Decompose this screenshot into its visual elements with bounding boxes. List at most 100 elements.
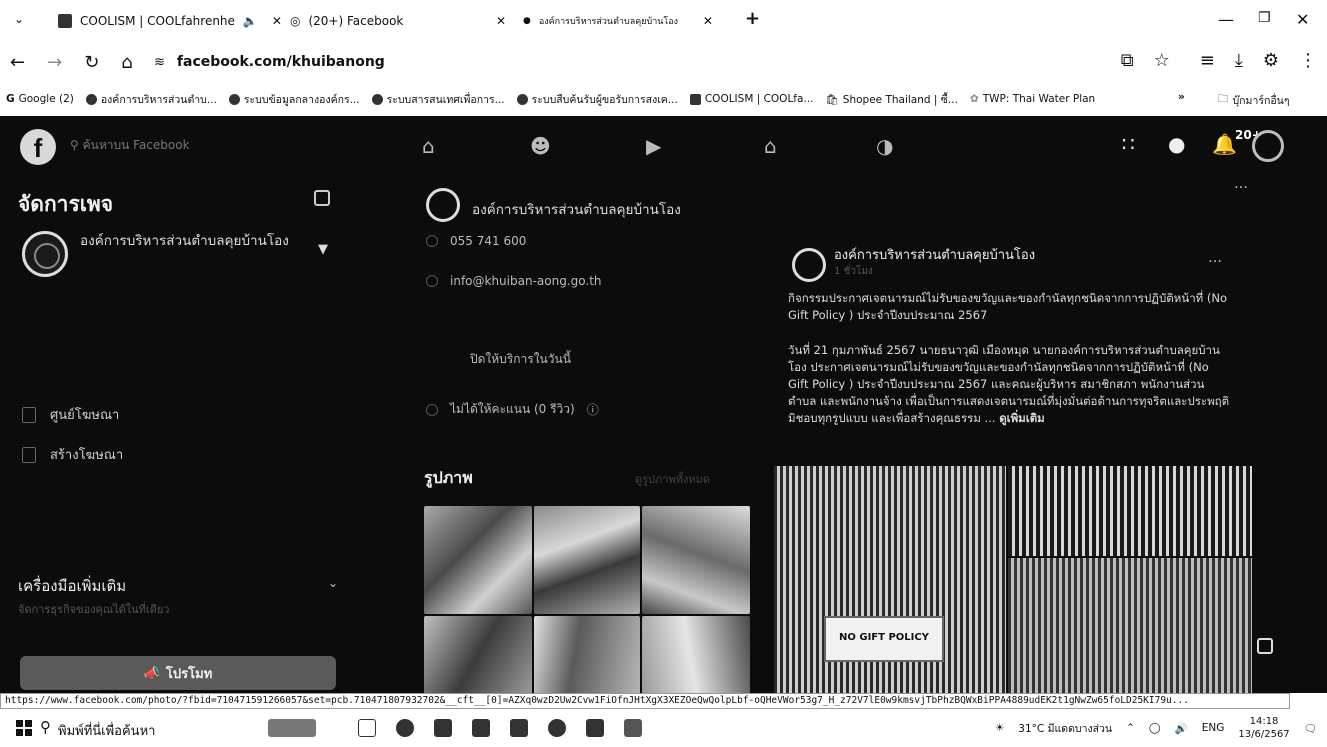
taskbar-search-input[interactable]: พิมพ์ที่นี่เพื่อค้นหา <box>58 720 155 741</box>
gaming-nav-icon[interactable]: ◑ <box>876 134 893 158</box>
mail-icon[interactable] <box>510 719 528 737</box>
post-timestamp[interactable]: 1 ชั่วโมง <box>834 264 873 279</box>
download-icon[interactable]: ⤓ <box>1235 50 1243 71</box>
task-view-icon[interactable] <box>358 719 376 737</box>
page-avatar[interactable] <box>22 231 68 277</box>
photo-thumbnail[interactable] <box>534 506 640 614</box>
photo-thumbnail[interactable] <box>424 616 532 693</box>
bookmark-info-system[interactable]: ระบบสารสนเทศเพื่อการ... <box>371 91 505 108</box>
bookmark-label: องค์การบริหารส่วนตำบ... <box>100 93 217 106</box>
photo-thumbnail[interactable] <box>534 616 640 693</box>
weather-label[interactable]: 31°C มีแดดบางส่วน <box>1018 720 1112 737</box>
url-field[interactable]: facebook.com/khuibanong <box>177 54 385 70</box>
photo-thumbnail[interactable] <box>642 616 750 693</box>
file-explorer-icon[interactable] <box>434 719 452 737</box>
cast-icon[interactable]: ⧉ <box>1121 50 1134 71</box>
manage-page-sidebar: จัดการเพจ องค์การบริหารส่วนตำบลคุยบ้านโอ… <box>0 176 358 693</box>
edit-post-icon[interactable] <box>1257 638 1273 654</box>
tab-list-chevron-icon[interactable]: ⌄ <box>14 12 24 26</box>
tab-coolism[interactable]: COOLISM | COOLfahrenhe 🔈 ✕ <box>50 5 290 37</box>
marketplace-nav-icon[interactable]: ⌂ <box>764 134 777 158</box>
facebook-logo-icon[interactable]: f <box>20 129 56 165</box>
post-more-icon[interactable]: … <box>1208 250 1222 266</box>
close-window-button[interactable]: ✕ <box>1296 10 1309 29</box>
collapse-sidebar-icon[interactable] <box>314 190 330 206</box>
browser-menu-icon[interactable]: ⋮ <box>1299 50 1317 71</box>
back-icon[interactable]: ← <box>10 52 25 73</box>
sidebar-item-create-ad[interactable]: สร้างโฆษณา <box>22 444 123 465</box>
close-tab-icon[interactable]: ✕ <box>496 14 506 28</box>
info-icon[interactable]: ⓘ <box>587 401 599 418</box>
bookmark-google[interactable]: G Google (2) <box>6 93 74 105</box>
post-author-name[interactable]: องค์การบริหารส่วนตำบลคุยบ้านโอง <box>834 244 1035 265</box>
photo-thumbnail[interactable] <box>642 506 750 614</box>
reload-icon[interactable]: ↻ <box>84 52 99 73</box>
chevron-down-icon[interactable]: ⌄ <box>328 576 338 590</box>
sidebar-item-ad-center[interactable]: ศูนย์โฆษณา <box>22 404 119 425</box>
promote-button[interactable]: 📣 โปรโมท <box>20 656 336 690</box>
store-icon[interactable] <box>472 719 490 737</box>
notifications-icon[interactable]: 🗨 <box>1304 722 1317 735</box>
home-nav-icon[interactable]: ⌂ <box>422 134 435 158</box>
network-icon[interactable]: ◯ <box>1149 722 1161 734</box>
friends-nav-icon[interactable]: ☻ <box>530 134 551 158</box>
video-nav-icon[interactable]: ▶ <box>646 134 661 158</box>
restore-button[interactable]: ❐ <box>1258 10 1271 26</box>
messenger-icon[interactable]: ● <box>1168 132 1185 156</box>
new-tab-button[interactable]: + <box>745 8 760 29</box>
line-icon[interactable] <box>586 719 604 737</box>
tab-obt[interactable]: ● องค์การบริหารส่วนตำบลคุยบ้านโอง ✕ <box>515 5 735 37</box>
bookmark-search-system[interactable]: ระบบสืบค้นรับผู้ขอรับการสงเค... <box>516 91 678 108</box>
bookmark-star-icon[interactable]: ☆ <box>1154 50 1170 71</box>
chrome-icon[interactable] <box>548 719 566 737</box>
taskbar-search-icon[interactable]: ⚲ <box>40 718 51 736</box>
reading-list-icon[interactable]: ≡ <box>1200 50 1215 71</box>
email-address[interactable]: info@khuiban-aong.go.th <box>450 274 602 288</box>
facebook-search-input[interactable]: ⚲ ค้นหาบน Facebook <box>70 136 270 156</box>
menu-grid-icon[interactable]: ∷ <box>1122 132 1135 156</box>
profile-avatar[interactable] <box>1252 130 1284 162</box>
notification-bell-icon[interactable]: 🔔 <box>1212 132 1237 156</box>
post-image-tertiary[interactable] <box>1008 558 1252 693</box>
bookmark-obt[interactable]: องค์การบริหารส่วนตำบ... <box>85 91 217 108</box>
other-bookmarks[interactable]: 🗀 บุ๊กมาร์กอื่นๆ <box>1218 91 1289 109</box>
edge-browser-icon[interactable] <box>396 719 414 737</box>
page-avatar[interactable] <box>426 188 460 222</box>
clock[interactable]: 14:18 13/6/2567 <box>1238 715 1289 741</box>
word-icon[interactable] <box>624 719 642 737</box>
home-icon[interactable]: ⌂ <box>121 52 132 73</box>
close-tab-icon[interactable]: ✕ <box>272 14 282 28</box>
forward-icon[interactable]: → <box>47 52 62 73</box>
megaphone-icon: 📣 <box>143 665 160 681</box>
cortana-icon[interactable] <box>268 719 316 737</box>
post-image-secondary[interactable] <box>1008 466 1252 556</box>
chevron-down-icon[interactable]: ▼ <box>318 242 328 257</box>
tab-facebook[interactable]: ◎ (20+) Facebook ✕ <box>282 5 512 37</box>
see-more-link[interactable]: ดูเพิ่มเติม <box>999 411 1045 425</box>
post-image-main[interactable]: NO GIFT POLICY <box>774 466 1006 693</box>
minimize-button[interactable]: — <box>1218 10 1234 29</box>
page-name[interactable]: องค์การบริหารส่วนตำบลคุยบ้านโอง <box>80 232 290 251</box>
intro-page-name[interactable]: องค์การบริหารส่วนตำบลคุยบ้านโอง <box>472 198 681 220</box>
more-bookmarks-icon[interactable]: » <box>1178 91 1185 103</box>
more-options-icon[interactable]: … <box>1234 176 1248 192</box>
extensions-icon[interactable]: ⚙ <box>1263 50 1279 71</box>
photos-title: รูปภาพ <box>424 468 473 487</box>
bookmark-central-data[interactable]: ระบบข้อมูลกลางองค์กร... <box>228 91 360 108</box>
clock-icon <box>426 353 438 366</box>
bookmark-coolism[interactable]: COOLISM | COOLfa... <box>689 93 813 105</box>
bookmark-shopee[interactable]: 🛍 Shopee Thailand | ซื้... <box>825 91 957 108</box>
site-settings-icon[interactable]: ≋ <box>154 55 165 70</box>
bookmark-favicon-icon <box>228 93 240 105</box>
more-tools-title[interactable]: เครื่องมือเพิ่มเติม <box>18 574 126 598</box>
close-tab-icon[interactable]: ✕ <box>703 14 713 28</box>
tray-chevron-icon[interactable]: ⌃ <box>1126 722 1135 734</box>
see-all-photos-link[interactable]: ดูรูปภาพทั้งหมด <box>635 470 710 488</box>
photo-thumbnail[interactable] <box>424 506 532 614</box>
volume-icon[interactable]: 🔊 <box>1175 722 1188 735</box>
bookmark-twp[interactable]: ✿ TWP: Thai Water Plan <box>970 93 1095 105</box>
language-indicator[interactable]: ENG <box>1202 722 1225 734</box>
post-author-avatar[interactable] <box>792 248 826 282</box>
weather-icon[interactable]: ☀ <box>995 722 1004 734</box>
windows-start-icon[interactable] <box>16 720 32 736</box>
